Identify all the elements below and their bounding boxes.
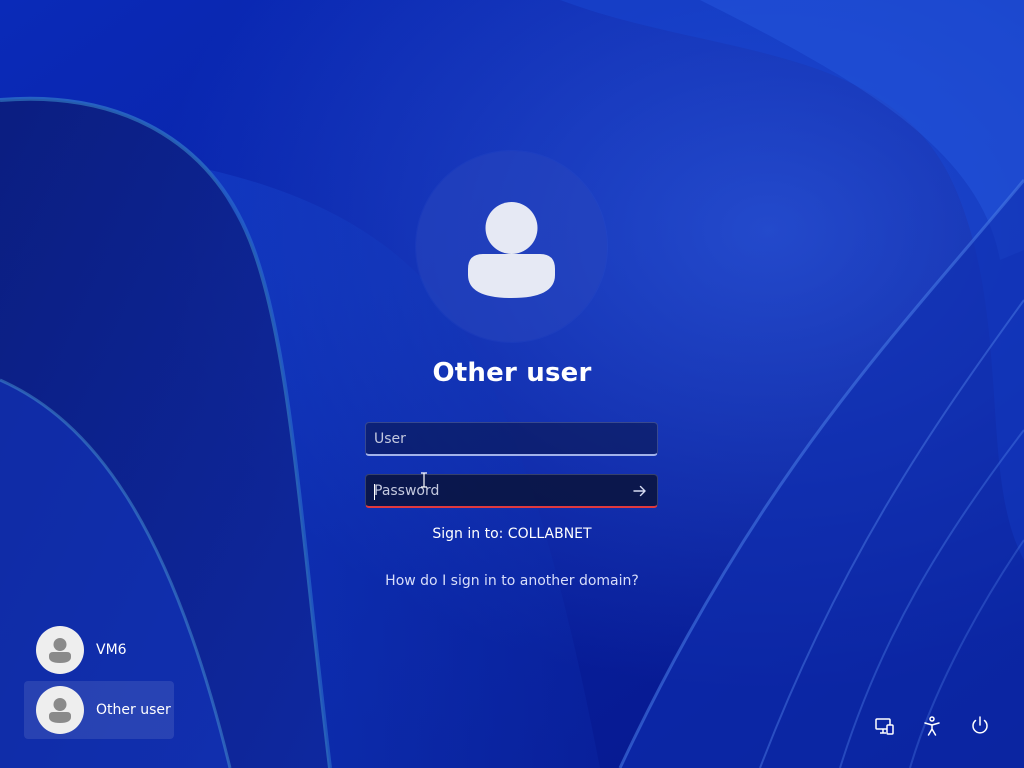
username-placeholder: User bbox=[374, 431, 406, 447]
submit-arrow-icon[interactable] bbox=[631, 482, 649, 500]
person-icon bbox=[49, 638, 71, 663]
person-icon bbox=[49, 698, 71, 723]
lock-screen: Other user User Password Sign in to: COL… bbox=[0, 0, 1024, 768]
power-icon bbox=[972, 716, 988, 734]
user-avatar-large bbox=[416, 151, 607, 342]
domain-help-link[interactable]: How do I sign in to another domain? bbox=[312, 573, 712, 589]
user-tile-vm6[interactable]: VM6 bbox=[24, 621, 174, 679]
password-placeholder: Password bbox=[374, 483, 440, 499]
power-button[interactable] bbox=[968, 714, 992, 738]
user-avatar-small bbox=[36, 686, 84, 734]
selected-user-name: Other user bbox=[432, 358, 592, 388]
accessibility-icon bbox=[924, 716, 940, 736]
network-icon bbox=[875, 718, 894, 735]
accessibility-button[interactable] bbox=[920, 714, 944, 738]
sign-in-domain-text: Sign in to: COLLABNET bbox=[432, 526, 592, 542]
password-field[interactable]: Password bbox=[365, 474, 658, 508]
mouse-cursor-ibeam bbox=[421, 472, 427, 488]
username-field[interactable]: User bbox=[365, 422, 658, 456]
user-tile-label: Other user bbox=[96, 702, 171, 718]
network-button[interactable] bbox=[872, 714, 896, 738]
user-tile-label: VM6 bbox=[96, 642, 127, 658]
person-icon bbox=[468, 202, 555, 298]
user-tile-other-user[interactable]: Other user bbox=[24, 681, 174, 739]
user-avatar-small bbox=[36, 626, 84, 674]
text-caret bbox=[374, 484, 375, 500]
